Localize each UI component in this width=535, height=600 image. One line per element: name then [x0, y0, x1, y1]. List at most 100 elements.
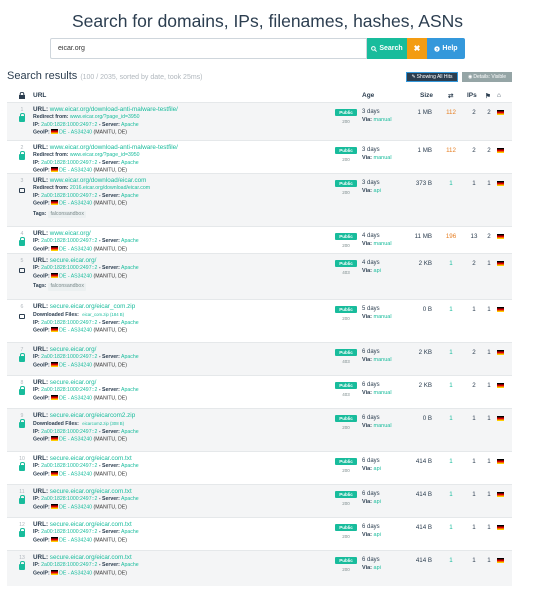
home-icon[interactable]: ⌂	[497, 92, 501, 99]
server-link[interactable]: Apache	[121, 529, 139, 535]
server-link[interactable]: Apache	[121, 562, 139, 568]
result-url-link[interactable]: secure.eicar.org/	[50, 379, 97, 386]
asn-link[interactable]: DE - AS34240	[59, 201, 92, 207]
result-url-link[interactable]: secure.eicar.org/eicar.com.txt	[50, 554, 132, 561]
via-link[interactable]: manual	[374, 155, 392, 161]
result-url-link[interactable]: secure.eicar.org/eicar.com.txt	[50, 455, 132, 462]
flag-icon[interactable]: ⚑	[485, 92, 491, 100]
via-link[interactable]: manual	[374, 390, 392, 396]
asn-link[interactable]: DE - AS34240	[59, 471, 92, 477]
table-row[interactable]: 11 URL: secure.eicar.org/eicar.com.txt IP:…	[7, 484, 512, 517]
exchange-icon[interactable]: ⇄	[448, 92, 453, 100]
server-link[interactable]: Apache	[121, 429, 139, 435]
via-link[interactable]: manual	[374, 241, 392, 247]
result-url-link[interactable]: secure.eicar.org/eicar.com.txt	[50, 488, 132, 495]
ip-link[interactable]: 2a00:1828:1000:2497::2	[41, 354, 97, 360]
column-url[interactable]: URL	[33, 92, 46, 99]
via-link[interactable]: manual	[374, 117, 392, 123]
result-url-link[interactable]: secure.eicar.org/eicar_com.zip	[50, 303, 135, 310]
ip-link[interactable]: 2a00:1828:1000:2497::2	[41, 562, 97, 568]
result-url-link[interactable]: secure.eicar.org/eicar.com.txt	[50, 521, 132, 528]
tag-badge[interactable]: falconsandbox	[48, 282, 86, 291]
ip-link[interactable]: 2a00:1828:1000:2497::2	[41, 122, 97, 128]
search-input[interactable]	[50, 38, 367, 59]
table-row[interactable]: 1 URL: www.eicar.org/download-anti-malwar…	[7, 102, 512, 140]
table-row[interactable]: 9 URL: secure.eicar.org/eicarcom2.zip Down…	[7, 408, 512, 451]
server-link[interactable]: Apache	[121, 387, 139, 393]
help-button[interactable]: ? Help	[427, 38, 465, 59]
via-link[interactable]: api	[374, 499, 381, 505]
ip-link[interactable]: 2a00:1828:1000:2497::2	[41, 429, 97, 435]
table-row[interactable]: 5 URL: secure.eicar.org/IP: 2a00:1828:100…	[7, 253, 512, 299]
table-row[interactable]: 7 URL: secure.eicar.org/IP: 2a00:1828:100…	[7, 342, 512, 375]
asn-link[interactable]: DE - AS34240	[59, 246, 92, 252]
server-link[interactable]: Apache	[121, 122, 139, 128]
server-link[interactable]: Apache	[121, 193, 139, 199]
result-url-link[interactable]: secure.eicar.org/	[50, 257, 97, 264]
result-url-link[interactable]: secure.eicar.org/eicarcom2.zip	[50, 412, 135, 419]
ip-link[interactable]: 2a00:1828:1000:2497::2	[41, 193, 97, 199]
download-file-link[interactable]: eicar_com.zip (184 B)	[82, 311, 124, 319]
asn-link[interactable]: DE - AS34240	[59, 328, 92, 334]
table-row[interactable]: 13 URL: secure.eicar.org/eicar.com.txt IP:…	[7, 550, 512, 586]
column-size[interactable]: Size	[420, 92, 433, 99]
asn-link[interactable]: DE - AS34240	[59, 273, 92, 279]
result-url-link[interactable]: www.eicar.org/	[50, 230, 91, 237]
server-link[interactable]: Apache	[121, 238, 139, 244]
table-row[interactable]: 2 URL: www.eicar.org/download-anti-malwar…	[7, 140, 512, 174]
result-url-link[interactable]: secure.eicar.org/	[50, 346, 97, 353]
redirect-link[interactable]: 2016.eicar.org/download/eicar.com	[70, 185, 150, 191]
via-link[interactable]: api	[374, 188, 381, 194]
table-row[interactable]: 3 URL: www.eicar.org/download/eicar.com Re…	[7, 173, 512, 226]
asn-link[interactable]: DE - AS34240	[59, 437, 92, 443]
server-link[interactable]: Apache	[121, 354, 139, 360]
ip-link[interactable]: 2a00:1828:1000:2497::2	[41, 529, 97, 535]
via-link[interactable]: manual	[374, 314, 392, 320]
result-url-link[interactable]: www.eicar.org/download/eicar.com	[50, 177, 147, 184]
via-link[interactable]: manual	[374, 357, 392, 363]
clear-button[interactable]: ✖	[407, 38, 427, 59]
redirect-link[interactable]: www.eicar.org/?page_id=3950	[70, 152, 140, 158]
asn-link[interactable]: DE - AS34240	[59, 570, 92, 576]
asn-link[interactable]: DE - AS34240	[59, 395, 92, 401]
asn-link[interactable]: DE - AS34240	[59, 130, 92, 136]
tag-badge[interactable]: falconsandbox	[48, 210, 86, 219]
via-link[interactable]: api	[374, 565, 381, 571]
ip-line: IP: 2a00:1828:1000:2497::2 - Server: Apa…	[33, 238, 323, 246]
server-link[interactable]: Apache	[121, 463, 139, 469]
ip-link[interactable]: 2a00:1828:1000:2497::2	[41, 238, 97, 244]
column-ips[interactable]: IPs	[467, 92, 477, 99]
ip-link[interactable]: 2a00:1828:1000:2497::2	[41, 387, 97, 393]
ip-link[interactable]: 2a00:1828:1000:2497::2	[41, 496, 97, 502]
table-row[interactable]: 8 URL: secure.eicar.org/IP: 2a00:1828:100…	[7, 375, 512, 408]
age-cell: 6 days Via: api	[362, 557, 402, 573]
table-row[interactable]: 4 URL: www.eicar.org/IP: 2a00:1828:1000:2…	[7, 226, 512, 253]
asn-link[interactable]: DE - AS34240	[59, 362, 92, 368]
asn-link[interactable]: DE - AS34240	[59, 504, 92, 510]
search-button[interactable]: Search	[367, 38, 407, 59]
via-link[interactable]: api	[374, 532, 381, 538]
server-link[interactable]: Apache	[121, 496, 139, 502]
via-link[interactable]: api	[374, 268, 381, 274]
germany-flag-icon	[51, 436, 59, 442]
server-link[interactable]: Apache	[121, 160, 139, 166]
ip-link[interactable]: 2a00:1828:1000:2497::2	[41, 320, 97, 326]
ip-link[interactable]: 2a00:1828:1000:2497::2	[41, 463, 97, 469]
result-url-link[interactable]: www.eicar.org/download-anti-malware-test…	[50, 106, 178, 113]
result-url-link[interactable]: www.eicar.org/download-anti-malware-test…	[50, 144, 178, 151]
table-row[interactable]: 12 URL: secure.eicar.org/eicar.com.txt IP:…	[7, 517, 512, 550]
column-age[interactable]: Age	[362, 92, 374, 99]
table-row[interactable]: 10 URL: secure.eicar.org/eicar.com.txt IP:…	[7, 451, 512, 484]
download-file-link[interactable]: eicarcom2.zip (308 B)	[82, 420, 124, 428]
via-link[interactable]: manual	[374, 423, 392, 429]
server-link[interactable]: Apache	[121, 265, 139, 271]
table-row[interactable]: 6 URL: secure.eicar.org/eicar_com.zip Down…	[7, 299, 512, 342]
ip-link[interactable]: 2a00:1828:1000:2497::2	[41, 160, 97, 166]
ip-link[interactable]: 2a00:1828:1000:2497::2	[41, 265, 97, 271]
show-all-hits-toggle[interactable]: ✎ Showing All Hits	[406, 72, 458, 82]
redirect-link[interactable]: www.eicar.org/?page_id=3950	[70, 114, 140, 120]
via-link[interactable]: api	[374, 466, 381, 472]
asn-link[interactable]: DE - AS34240	[59, 537, 92, 543]
server-link[interactable]: Apache	[121, 320, 139, 326]
details-toggle[interactable]: ◉ Details: Visible	[462, 72, 512, 82]
